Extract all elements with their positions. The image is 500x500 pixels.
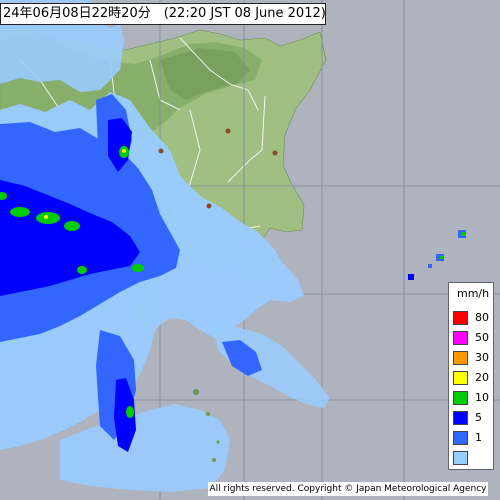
legend-swatch: [453, 451, 468, 465]
legend-item: 5: [453, 411, 493, 425]
legend-label: 30: [475, 351, 489, 364]
legend-item: 20: [453, 371, 493, 385]
legend-label: 80: [475, 311, 489, 324]
legend-item: 30: [453, 351, 493, 365]
map-canvas: [0, 0, 500, 500]
legend-label: 20: [475, 371, 489, 384]
legend-swatch: [453, 411, 468, 425]
legend-item: 50: [453, 331, 493, 345]
legend-item: [453, 451, 493, 465]
legend-swatch: [453, 431, 468, 445]
legend-unit: mm/h: [457, 287, 490, 300]
legend-swatch: [453, 391, 468, 405]
timestamp-label: 24年06月08日22時20分 (22:20 JST 08 June 2012): [0, 3, 326, 25]
legend-item: 1: [453, 431, 493, 445]
legend-swatch: [453, 351, 468, 365]
legend-swatch: [453, 311, 468, 325]
legend-swatch: [453, 331, 468, 345]
legend-label: 5: [475, 411, 482, 424]
legend-label: 10: [475, 391, 489, 404]
copyright-notice: All rights reserved. Copyright © Japan M…: [208, 482, 488, 496]
legend-label: 50: [475, 331, 489, 344]
legend-item: 80: [453, 311, 493, 325]
legend-label: 1: [475, 431, 482, 444]
legend-item: 10: [453, 391, 493, 405]
legend-swatch: [453, 371, 468, 385]
precipitation-legend: mm/h 80 50 30 20 10 5 1: [448, 282, 494, 470]
radar-map: 24年06月08日22時20分 (22:20 JST 08 June 2012)…: [0, 0, 500, 500]
